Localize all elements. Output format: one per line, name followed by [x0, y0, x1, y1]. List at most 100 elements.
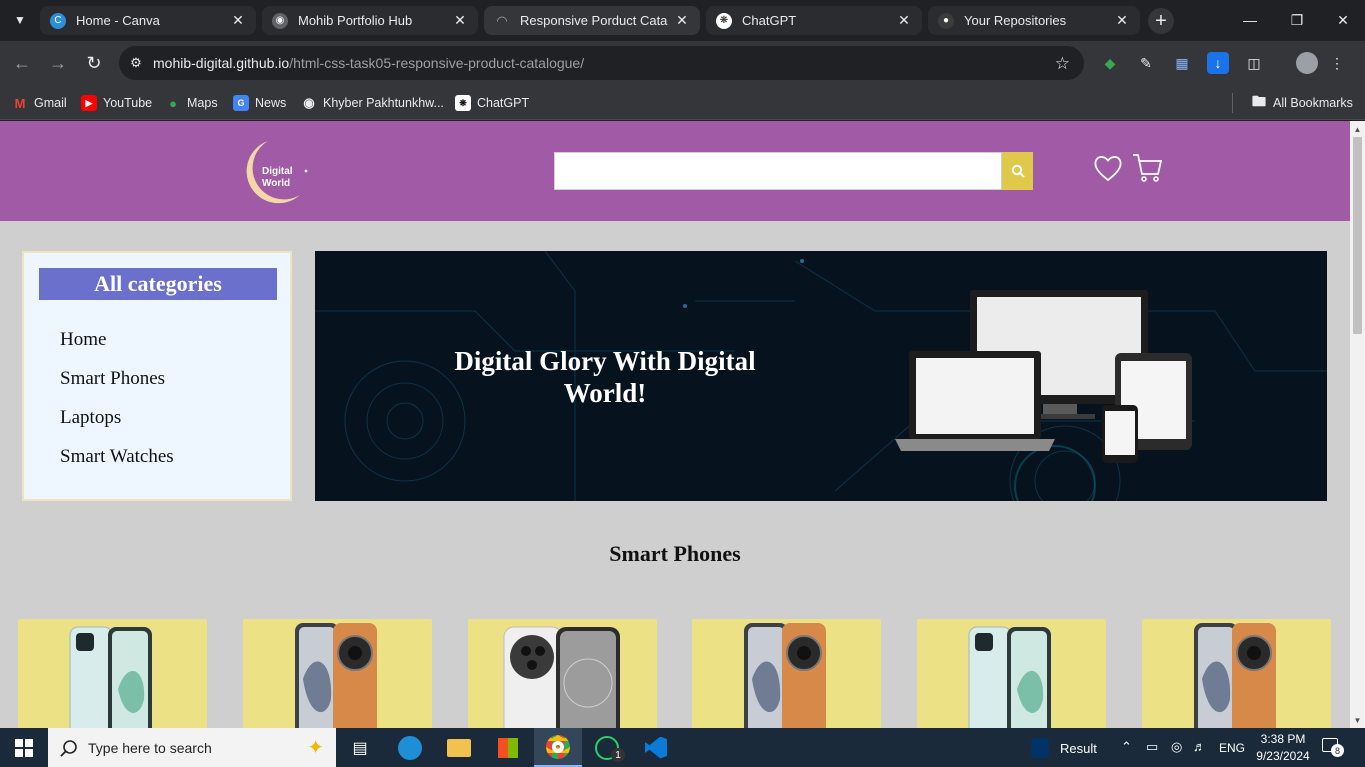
maps-icon: ●	[169, 95, 177, 111]
tab-label: Responsive Porduct Catalogue	[520, 13, 668, 28]
start-button[interactable]	[0, 728, 48, 767]
section-title-smart-phones: Smart Phones	[609, 541, 741, 566]
profile-avatar[interactable]	[1296, 52, 1318, 74]
phone-teal-image	[69, 626, 152, 728]
taskbar-file-explorer[interactable]	[435, 728, 483, 767]
taskbar-store[interactable]	[484, 728, 532, 767]
extension-icon[interactable]: ◆	[1099, 52, 1121, 74]
minimize-button[interactable]: —	[1232, 6, 1268, 34]
notification-count: 8	[1331, 744, 1344, 757]
bookmark-khyber[interactable]: ◉ Khyber Pakhtunkhw...	[301, 93, 444, 113]
tab-canva[interactable]: C Home - Canva ✕	[40, 6, 256, 35]
page-scrollbar[interactable]: ▲ ▼	[1350, 121, 1365, 728]
folder-icon	[447, 738, 471, 757]
close-icon[interactable]: ✕	[896, 12, 912, 29]
taskbar-chrome[interactable]	[534, 728, 582, 767]
download-icon[interactable]: ↓	[1207, 52, 1229, 74]
cart-icon[interactable]	[1131, 151, 1165, 185]
category-link-smart-watches[interactable]: Smart Watches	[60, 446, 174, 468]
browser-tab-strip: ▼ C Home - Canva ✕ ◉ Mohib Portfolio Hub…	[0, 0, 1365, 41]
volume-icon[interactable]: ♬	[1193, 739, 1206, 754]
whatsapp-badge: 1	[611, 748, 625, 762]
bookmark-label: Gmail	[34, 96, 67, 110]
url-path: /html-css-task05-responsive-product-cata…	[289, 55, 585, 71]
chatgpt-icon: ❋	[455, 95, 471, 111]
site-search-button[interactable]	[1002, 152, 1033, 190]
tab-search-chevron-icon[interactable]: ▼	[8, 8, 32, 32]
bookmark-maps[interactable]: ● Maps	[165, 93, 218, 113]
docs-extension-icon[interactable]: ▦	[1171, 52, 1193, 74]
windows-taskbar: Type here to search ✦ ▤ 1 Result ⌃ ▭ ◎ ♬…	[0, 728, 1365, 767]
taskbar-search-box[interactable]: Type here to search ✦	[48, 728, 336, 767]
eyedropper-icon[interactable]: ✎	[1135, 52, 1157, 74]
task-view-button[interactable]: ▤	[336, 728, 384, 767]
restore-button[interactable]: ❐	[1279, 6, 1315, 34]
hero-banner: Digital Glory With Digital World!	[315, 251, 1327, 501]
search-highlight-sparkle-icon: ✦	[307, 737, 324, 759]
extensions-puzzle-icon[interactable]: ◫	[1243, 52, 1265, 74]
product-card[interactable]	[1142, 619, 1331, 728]
category-link-laptops[interactable]: Laptops	[60, 407, 121, 429]
bookmark-chatgpt[interactable]: ❋ ChatGPT	[455, 93, 529, 113]
product-card[interactable]	[692, 619, 881, 728]
bookmarks-bar: M Gmail ▶ YouTube ● Maps G News ◉ Khyber…	[0, 85, 1365, 120]
bookmark-gmail[interactable]: M Gmail	[12, 93, 67, 113]
taskbar-vscode[interactable]	[632, 728, 680, 767]
close-window-button[interactable]: ✕	[1325, 6, 1361, 34]
weather-label[interactable]: Result	[1060, 741, 1097, 756]
bookmark-youtube[interactable]: ▶ YouTube	[81, 93, 152, 113]
bookmark-star-icon[interactable]: ☆	[1055, 54, 1070, 74]
product-card[interactable]	[468, 619, 657, 728]
scroll-down-arrow-icon[interactable]: ▼	[1350, 713, 1365, 727]
tab-chatgpt[interactable]: ❋ ChatGPT ✕	[706, 6, 922, 35]
forward-button[interactable]: →	[46, 51, 70, 75]
tab-label: ChatGPT	[742, 13, 797, 28]
taskbar-search-placeholder: Type here to search	[88, 739, 212, 756]
address-bar[interactable]: ⚙ mohib-digital.github.io/html-css-task0…	[119, 46, 1084, 80]
scroll-up-arrow-icon[interactable]: ▲	[1350, 122, 1365, 136]
category-link-home[interactable]: Home	[60, 329, 106, 351]
new-tab-button[interactable]: +	[1148, 8, 1174, 34]
clock[interactable]: 3:38 PM 9/23/2024	[1255, 732, 1311, 763]
product-card[interactable]	[243, 619, 432, 728]
phone-orange-image	[295, 623, 377, 728]
browser-menu-icon[interactable]: ⋮	[1326, 52, 1348, 74]
chatgpt-icon: ❋	[716, 12, 732, 29]
show-hidden-icons-chevron-icon[interactable]: ⌃	[1121, 739, 1132, 755]
product-card[interactable]	[917, 619, 1106, 728]
bookmark-label: News	[255, 96, 287, 110]
tab-product-catalogue[interactable]: ◠ Responsive Porduct Catalogue ✕	[484, 6, 700, 35]
globe-icon: ◉	[272, 12, 288, 29]
nfl-icon	[1031, 737, 1049, 758]
taskbar-edge[interactable]	[386, 728, 434, 767]
close-icon[interactable]: ✕	[452, 12, 468, 29]
close-icon[interactable]: ✕	[674, 12, 690, 29]
loading-icon: ◠	[496, 12, 508, 28]
site-settings-icon[interactable]: ⚙	[119, 46, 153, 80]
bookmark-label: Khyber Pakhtunkhw...	[323, 96, 444, 110]
close-icon[interactable]: ✕	[230, 12, 246, 29]
close-icon[interactable]: ✕	[1114, 12, 1130, 29]
wishlist-heart-icon[interactable]	[1091, 151, 1125, 185]
weather-widget[interactable]	[1020, 728, 1060, 767]
page-viewport[interactable]: Digital World All categories Home Smart …	[0, 121, 1365, 728]
scrollbar-thumb[interactable]	[1353, 137, 1362, 334]
tab-repositories[interactable]: ● Your Repositories ✕	[928, 6, 1140, 35]
reload-button[interactable]: ↻	[82, 51, 106, 75]
battery-icon[interactable]: ▭	[1146, 739, 1158, 755]
language-indicator[interactable]: ENG	[1219, 741, 1245, 755]
all-bookmarks[interactable]: 🖿 All Bookmarks	[1232, 93, 1353, 113]
url-text[interactable]: mohib-digital.github.io/html-css-task05-…	[153, 55, 584, 71]
wifi-icon[interactable]: ◎	[1171, 739, 1182, 755]
notifications-button[interactable]: 8	[1322, 738, 1346, 758]
back-button[interactable]: ←	[10, 51, 34, 75]
category-link-smart-phones[interactable]: Smart Phones	[60, 368, 165, 390]
categories-title: All categories	[39, 268, 277, 300]
taskbar-whatsapp[interactable]: 1	[583, 728, 631, 767]
logo-text: Digital World	[262, 166, 293, 190]
product-card[interactable]	[18, 619, 207, 728]
tab-portfolio[interactable]: ◉ Mohib Portfolio Hub ✕	[262, 6, 478, 35]
edge-icon	[398, 735, 422, 760]
bookmark-news[interactable]: G News	[233, 93, 286, 113]
site-search-input[interactable]	[554, 152, 1002, 190]
